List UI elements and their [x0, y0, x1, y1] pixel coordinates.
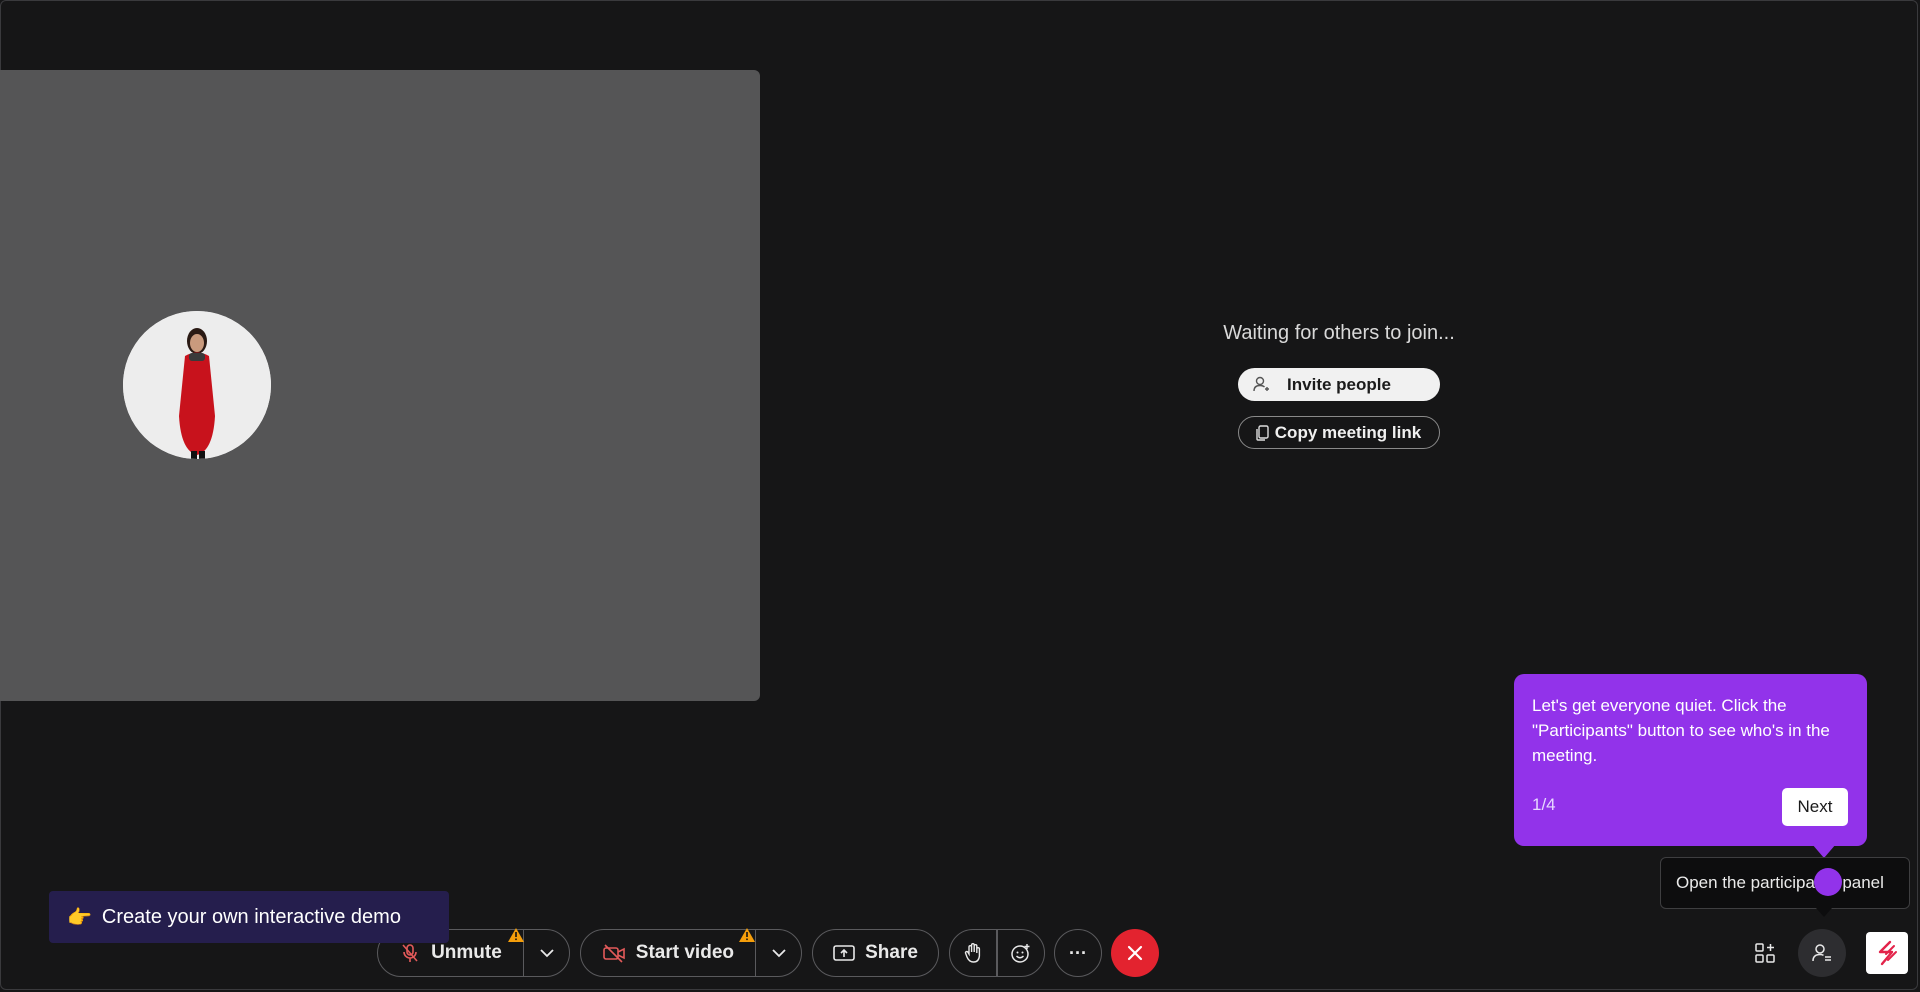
tour-hotspot[interactable]	[1814, 868, 1842, 896]
self-video-tile	[0, 70, 760, 701]
tour-text: Let's get everyone quiet. Click the "Par…	[1532, 696, 1830, 765]
brand-logo	[1866, 932, 1908, 974]
share-screen-icon	[833, 945, 855, 961]
end-call-button[interactable]	[1111, 929, 1159, 977]
tour-tooltip: Let's get everyone quiet. Click the "Par…	[1514, 674, 1867, 846]
share-button[interactable]: Share	[812, 929, 939, 977]
raise-hand-icon	[964, 943, 981, 963]
video-options-dropdown[interactable]	[756, 930, 801, 976]
copy-meeting-link-label: Copy meeting link	[1274, 422, 1422, 442]
audio-options-dropdown[interactable]	[524, 930, 569, 976]
apps-button[interactable]	[1741, 929, 1789, 977]
participants-icon	[1812, 944, 1831, 962]
copy-icon	[1256, 425, 1269, 441]
apps-add-icon	[1755, 943, 1775, 963]
participants-hint-tooltip: Open the participants panel	[1660, 857, 1910, 909]
reactions-button[interactable]	[998, 930, 1044, 976]
chevron-down-icon	[772, 949, 786, 958]
hint-tooltip-arrow	[1816, 908, 1832, 917]
tour-step-counter: 1/4	[1532, 795, 1556, 814]
warning-icon	[508, 928, 524, 942]
reactions-control-group	[949, 929, 1045, 977]
copy-meeting-link-button[interactable]: Copy meeting link	[1238, 416, 1440, 449]
start-video-label: Start video	[635, 942, 734, 963]
unmute-label: Unmute	[431, 942, 502, 963]
participants-button[interactable]	[1798, 929, 1846, 977]
start-video-button[interactable]: Start video	[581, 928, 755, 976]
waiting-message: Waiting for others to join...	[1223, 322, 1455, 344]
raise-hand-button[interactable]	[950, 930, 996, 976]
more-options-label: ···	[1069, 942, 1087, 963]
create-demo-label: Create your own interactive demo	[101, 905, 401, 928]
microphone-muted-icon	[402, 944, 418, 962]
video-off-icon	[602, 944, 625, 963]
add-person-icon	[1253, 376, 1269, 392]
avatar	[123, 311, 271, 459]
chevron-down-icon	[540, 949, 554, 958]
video-control-group: Start video	[580, 928, 802, 977]
logo-icon	[1878, 940, 1897, 966]
share-label: Share	[865, 942, 918, 963]
create-demo-banner[interactable]: 👉 Create your own interactive demo	[49, 891, 449, 943]
warning-icon	[739, 928, 755, 942]
more-options-button[interactable]: ···	[1054, 929, 1102, 977]
pointing-hand-icon: 👉	[67, 906, 92, 929]
tour-next-button[interactable]: Next	[1782, 788, 1848, 826]
emoji-add-icon	[1010, 944, 1029, 963]
close-icon	[1127, 945, 1143, 961]
tour-tooltip-arrow	[1812, 844, 1836, 858]
invite-people-button[interactable]: Invite people	[1238, 368, 1440, 401]
invite-people-label: Invite people	[1287, 374, 1391, 394]
